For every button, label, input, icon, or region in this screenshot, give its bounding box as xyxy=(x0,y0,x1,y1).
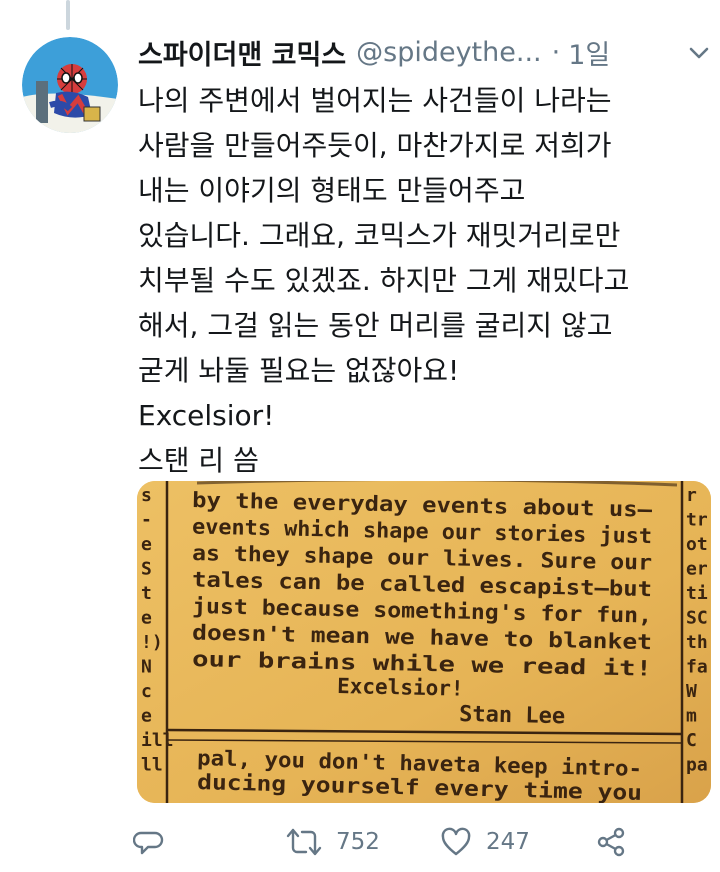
tweet-text-line: 치부될 수도 있겠죠. 하지만 그게 재밌다고 xyxy=(138,264,630,297)
chevron-down-icon xyxy=(689,47,709,59)
separator-dot: · xyxy=(551,36,561,68)
left-margin-letter: ll xyxy=(141,755,163,776)
clipping-closing: Excelsior! xyxy=(337,674,464,701)
left-margin-letter: e xyxy=(141,706,152,727)
tweet-text-line: 나의 주변에서 벌어지는 사건들이 나라는 xyxy=(138,84,612,117)
tweet-image[interactable]: by the everyday events about us— events w… xyxy=(137,481,711,803)
right-margin-letter: SC xyxy=(686,608,708,629)
thread-line xyxy=(66,0,70,30)
reply-button[interactable] xyxy=(133,818,165,866)
avatar[interactable] xyxy=(22,37,118,133)
left-margin-letter: N xyxy=(141,657,152,678)
heart-icon xyxy=(441,827,471,856)
like-button[interactable]: 247 xyxy=(440,818,530,866)
retweet-button[interactable]: 752 xyxy=(286,818,380,866)
right-margin-letter: fa xyxy=(686,657,708,678)
right-margin-letter: C xyxy=(686,730,697,751)
right-margin-letter: pa xyxy=(686,755,708,776)
tweet-text-line: 굳게 놔둘 필요는 없잖아요! xyxy=(138,354,460,387)
tweet-header: 스파이더맨 코믹스 @spideythe... · 1일 xyxy=(138,30,718,74)
retweet-count: 752 xyxy=(336,829,380,855)
right-margin-letter: th xyxy=(686,632,708,653)
right-margin-letter: m xyxy=(686,706,697,727)
retweet-icon xyxy=(286,828,322,856)
user-handle[interactable]: @spideythe... xyxy=(356,37,542,68)
comic-clipping: by the everyday events about us—events w… xyxy=(137,481,711,803)
tweet-text-line: 있습니다. 그래요, 코믹스가 재밋거리로만 xyxy=(138,219,621,252)
left-margin-letter: e xyxy=(141,608,152,629)
left-margin-letter: S xyxy=(141,559,152,580)
left-margin-letter: c xyxy=(141,681,152,702)
right-margin-letter: r xyxy=(686,485,697,506)
left-margin-letter: ill xyxy=(141,730,174,751)
reply-icon xyxy=(133,831,164,855)
right-margin-letter: tr xyxy=(686,510,708,531)
left-margin-letter: !) xyxy=(141,632,163,653)
tweet-text-line: Excelsior! xyxy=(138,399,275,432)
tweet-text-line: 사람을 만들어주듯이, 마찬가지로 저희가 xyxy=(138,129,612,162)
tweet-text-line: 내는 이야기의 형태도 만들어주고 xyxy=(138,174,526,207)
like-count: 247 xyxy=(486,829,530,855)
left-margin-letter: e xyxy=(141,534,152,555)
share-icon xyxy=(597,827,625,857)
more-options-button[interactable] xyxy=(686,40,712,70)
left-margin-letter: s xyxy=(141,485,152,506)
right-margin-letter: ti xyxy=(686,583,708,604)
tweet-text-line: 스탠 리 씀 xyxy=(138,444,259,477)
display-name[interactable]: 스파이더맨 코믹스 xyxy=(138,33,346,72)
share-button[interactable] xyxy=(595,818,627,866)
tweet-text: 나의 주변에서 벌어지는 사건들이 나라는 사람을 만들어주듯이, 마찬가지로 … xyxy=(138,78,708,483)
left-margin-letter: - xyxy=(141,510,152,531)
right-margin-letter: W xyxy=(686,681,697,702)
tweet-actions: 752 247 xyxy=(0,818,720,866)
clipping-signature: Stan Lee xyxy=(459,702,565,729)
spiderman-avatar-icon xyxy=(22,37,118,133)
left-margin-letter: t xyxy=(141,583,152,604)
timestamp[interactable]: 1일 xyxy=(568,33,610,72)
tweet-text-line: 해서, 그걸 읽는 동안 머리를 굴리지 않고 xyxy=(138,309,613,342)
right-margin-letter: er xyxy=(686,559,708,580)
right-margin-letter: ot xyxy=(686,534,708,555)
